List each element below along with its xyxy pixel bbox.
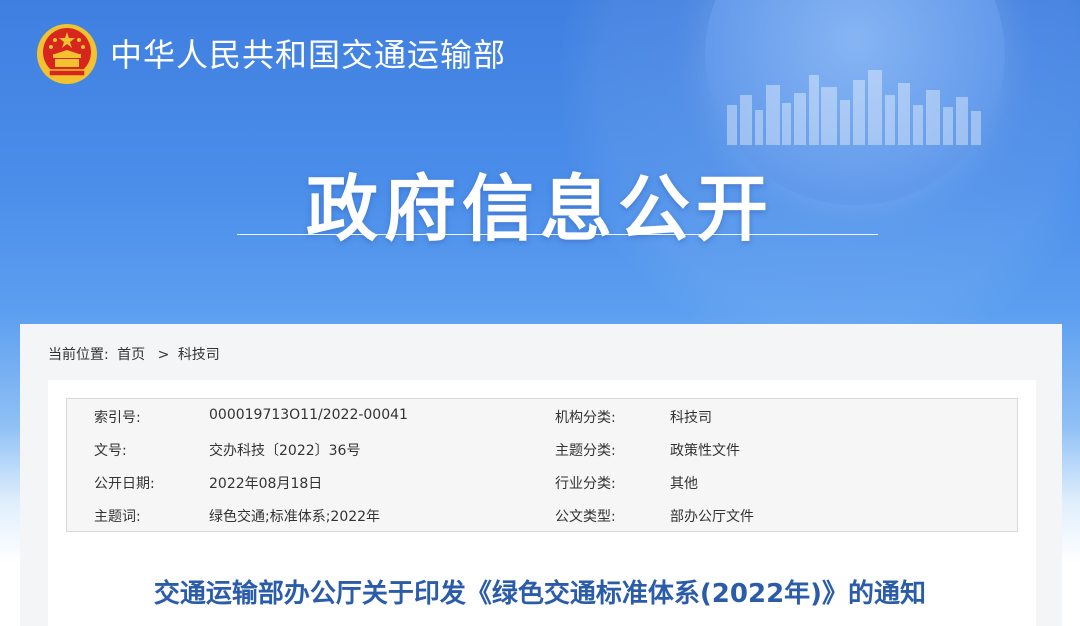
- breadcrumb-current-link[interactable]: 科技司: [178, 347, 220, 363]
- breadcrumb-prefix: 当前位置:: [48, 347, 109, 363]
- metadata-value: 科技司: [670, 410, 712, 426]
- metadata-value: 2022年08月18日: [209, 476, 323, 492]
- metadata-value: 其他: [670, 476, 698, 492]
- metadata-row: 主题词: 绿色交通;标准体系;2022年 公文类型: 部办公厅文件: [67, 498, 1017, 531]
- metadata-label: 主题分类:: [555, 443, 616, 459]
- breadcrumb-separator: >: [157, 347, 170, 363]
- metadata-label: 公开日期:: [94, 476, 155, 492]
- ministry-name[interactable]: 中华人民共和国交通运输部: [110, 30, 506, 76]
- metadata-label: 索引号:: [94, 410, 141, 426]
- metadata-value: 部办公厅文件: [670, 509, 754, 525]
- document-title: 交通运输部办公厅关于印发《绿色交通标准体系(2022年)》的通知: [153, 579, 927, 609]
- metadata-label: 主题词:: [94, 509, 141, 525]
- metadata-value: 000019713O11/2022-00041: [209, 407, 408, 423]
- metadata-label: 文号:: [94, 443, 127, 459]
- metadata-label: 公文类型:: [555, 509, 616, 525]
- breadcrumb: 当前位置: 首页 > 科技司: [48, 344, 224, 364]
- city-skyline-icon: [727, 70, 981, 145]
- metadata-label: 行业分类:: [555, 476, 616, 492]
- title-underline: [237, 234, 878, 235]
- breadcrumb-home-link[interactable]: 首页: [117, 347, 145, 363]
- metadata-label: 机构分类:: [555, 410, 616, 426]
- metadata-value: 政策性文件: [670, 443, 740, 459]
- metadata-value: 绿色交通;标准体系;2022年: [209, 509, 381, 525]
- metadata-row: 文号: 交办科技〔2022〕36号 主题分类: 政策性文件: [67, 432, 1017, 465]
- national-emblem-icon: [37, 24, 97, 84]
- document-metadata-table: 索引号: 000019713O11/2022-00041 机构分类: 科技司 文…: [66, 398, 1018, 532]
- metadata-row: 公开日期: 2022年08月18日 行业分类: 其他: [67, 465, 1017, 498]
- metadata-value: 交办科技〔2022〕36号: [209, 443, 361, 459]
- metadata-row: 索引号: 000019713O11/2022-00041 机构分类: 科技司: [67, 399, 1017, 432]
- page-title: 政府信息公开: [305, 166, 774, 251]
